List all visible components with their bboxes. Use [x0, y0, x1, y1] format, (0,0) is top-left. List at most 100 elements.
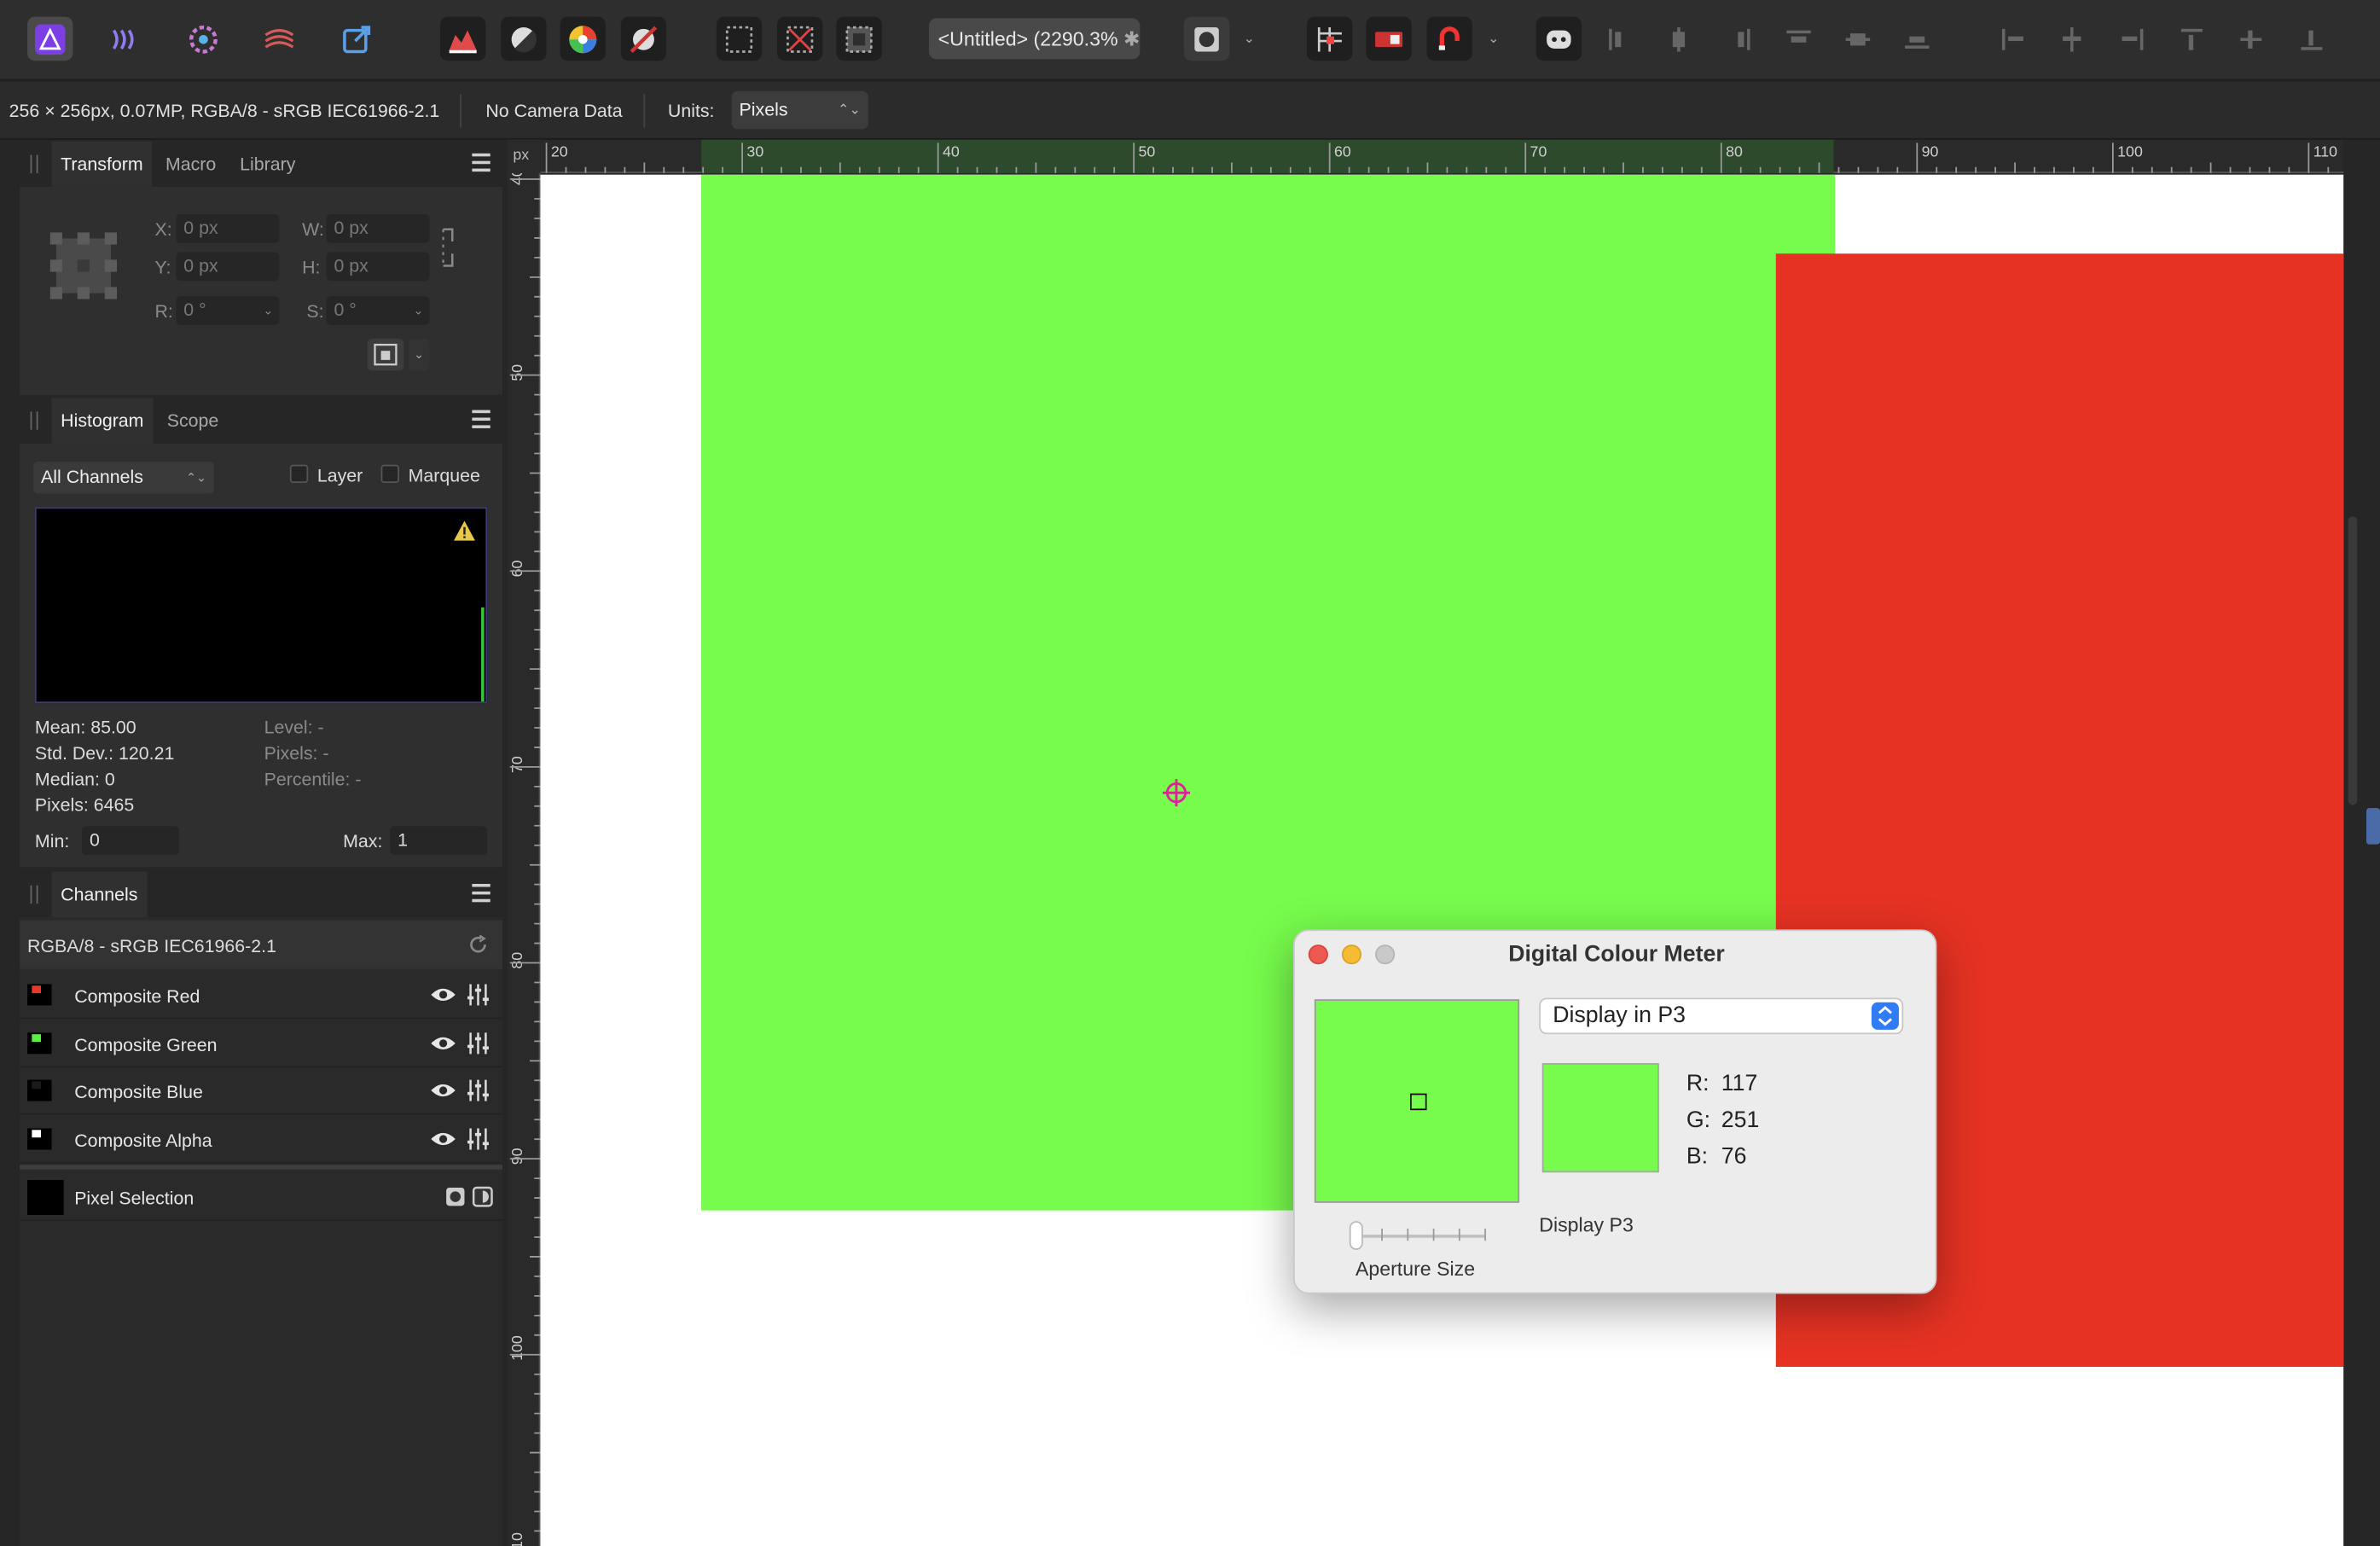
snapping-dropdown[interactable]: ⌄ [1480, 17, 1507, 61]
x-field[interactable]: 0 px [176, 213, 280, 243]
anchor-point-selector-icon[interactable] [49, 232, 118, 299]
vertical-scrollbar[interactable] [2343, 139, 2380, 1546]
histogram-graph[interactable] [34, 507, 488, 704]
panel-menu-icon[interactable] [472, 883, 491, 903]
align-top-button[interactable] [1776, 17, 1821, 61]
deselect-button[interactable] [777, 16, 823, 61]
export-persona-button[interactable] [334, 17, 379, 61]
tone-mapping-persona-button[interactable] [257, 17, 302, 61]
histogram-panel-tabs: Histogram Scope [20, 398, 502, 444]
panel-menu-icon[interactable] [472, 153, 491, 172]
units-select[interactable]: Pixels ⌃⌄ [731, 90, 868, 130]
pixel-selection-row[interactable]: Pixel Selection [20, 1173, 502, 1222]
align-bottom-button[interactable] [1895, 17, 1940, 61]
warning-icon[interactable] [452, 520, 476, 543]
channel-row[interactable]: Composite Red [20, 972, 502, 1020]
snapping-button[interactable] [1307, 16, 1353, 61]
tab-macro[interactable]: Macro [156, 142, 225, 187]
max-field[interactable]: 1 [390, 826, 488, 856]
min-field[interactable]: 0 [82, 826, 179, 856]
y-field[interactable]: 0 px [176, 252, 280, 282]
channel-adjust-icon[interactable] [466, 1031, 490, 1055]
distribute-right-button[interactable] [2110, 17, 2155, 61]
invert-mask-icon[interactable] [472, 1186, 493, 1207]
align-right-button[interactable] [1716, 17, 1762, 61]
reset-icon[interactable] [467, 934, 489, 956]
eye-icon[interactable] [430, 984, 457, 1005]
channel-adjust-icon[interactable] [466, 983, 490, 1007]
tab-channels[interactable]: Channels [51, 871, 148, 918]
tone-mapping-persona-icon [264, 28, 294, 48]
develop-persona-button[interactable] [181, 17, 226, 61]
auto-contrast-button[interactable] [501, 16, 547, 61]
levels-button[interactable] [440, 16, 486, 61]
y-label: Y: [154, 256, 171, 278]
link-aspect-icon[interactable] [438, 226, 456, 269]
eye-icon[interactable] [430, 1032, 457, 1054]
tab-scope[interactable]: Scope [158, 398, 228, 443]
panel-grip-icon[interactable] [30, 885, 38, 904]
aperture-slider-knob[interactable] [1349, 1221, 1363, 1250]
distribute-center-button[interactable] [2049, 17, 2094, 61]
channel-row[interactable]: Composite Green [20, 1020, 502, 1067]
aperture-size-slider[interactable] [1349, 1221, 1486, 1250]
channel-adjust-icon[interactable] [466, 1078, 490, 1102]
panel-menu-icon[interactable] [472, 410, 491, 428]
transform-origin-dropdown[interactable]: ⌄ [408, 338, 430, 371]
assistant-button[interactable] [1535, 16, 1582, 61]
liquify-persona-button[interactable] [103, 17, 148, 61]
eye-icon[interactable] [430, 1128, 457, 1149]
marquee-checkbox[interactable] [380, 464, 399, 484]
assistant-robot-icon [1547, 29, 1571, 49]
panel-grip-icon[interactable] [30, 154, 38, 173]
magnet-icon [1438, 26, 1460, 49]
document-title[interactable]: <Untitled> (2290.3% ✱ [928, 18, 1140, 60]
channel-name: Composite Red [74, 985, 200, 1008]
tab-histogram[interactable]: Histogram [51, 398, 154, 444]
context-toolbar: 256 × 256px, 0.07MP, RGBA/8 - sRGB IEC61… [0, 82, 2380, 140]
distribute-middle-button[interactable] [2228, 17, 2273, 61]
rotation-field[interactable]: 0 ° ⌄ [176, 296, 280, 325]
white-balance-icon [630, 25, 658, 53]
distribute-bottom-button[interactable] [2289, 17, 2334, 61]
side-panel-tab[interactable] [2365, 807, 2380, 845]
white-balance-button[interactable] [620, 16, 667, 61]
display-mode-select[interactable]: Display in P3 [1539, 997, 1904, 1035]
invert-selection-button[interactable] [836, 16, 882, 61]
distribute-left-button[interactable] [1990, 17, 2035, 61]
quick-mask-dropdown[interactable]: ⌄ [1235, 17, 1263, 61]
quick-mask-button[interactable] [1183, 16, 1230, 61]
tab-library[interactable]: Library [230, 142, 305, 187]
photo-persona-button[interactable] [27, 16, 73, 61]
divider [20, 1165, 502, 1170]
document-canvas[interactable] [540, 174, 2344, 1546]
tab-transform[interactable]: Transform [51, 141, 153, 187]
quick-mask-icon[interactable] [444, 1186, 466, 1207]
force-pixel-alignment-button[interactable] [1366, 16, 1412, 61]
shear-field[interactable]: 0 ° ⌄ [326, 296, 430, 325]
height-field[interactable]: 0 px [326, 252, 430, 282]
channel-adjust-icon[interactable] [466, 1126, 490, 1150]
align-middle-button[interactable] [1835, 17, 1880, 61]
align-center-button[interactable] [1656, 17, 1701, 61]
colour-wheel-button[interactable] [560, 16, 606, 61]
channel-row[interactable]: Composite Alpha [20, 1115, 502, 1163]
divider [643, 94, 646, 128]
panel-grip-icon[interactable] [30, 411, 38, 430]
select-all-button[interactable] [716, 16, 763, 61]
transform-origin-button[interactable] [367, 338, 404, 371]
rotation-value: 0 ° [183, 299, 206, 321]
w-label: W: [302, 218, 324, 241]
width-field[interactable]: 0 px [326, 213, 430, 243]
channel-row[interactable]: Composite Blue [20, 1067, 502, 1115]
vertical-ruler[interactable]: 40 50 60 70 80 90 100 110 [507, 172, 541, 1546]
eye-icon[interactable] [430, 1080, 457, 1101]
scrollbar-thumb[interactable] [2348, 516, 2358, 805]
channel-select[interactable]: All Channels ⌃⌄ [33, 462, 214, 494]
horizontal-ruler[interactable]: 20 30 40 50 60 70 80 90 100 110 [507, 139, 2362, 173]
snapping-magnet-button[interactable] [1426, 16, 1472, 61]
distribute-top-button[interactable] [2169, 17, 2215, 61]
align-left-button[interactable] [1597, 17, 1642, 61]
develop-persona-icon [189, 24, 218, 53]
layer-checkbox[interactable] [289, 464, 309, 484]
